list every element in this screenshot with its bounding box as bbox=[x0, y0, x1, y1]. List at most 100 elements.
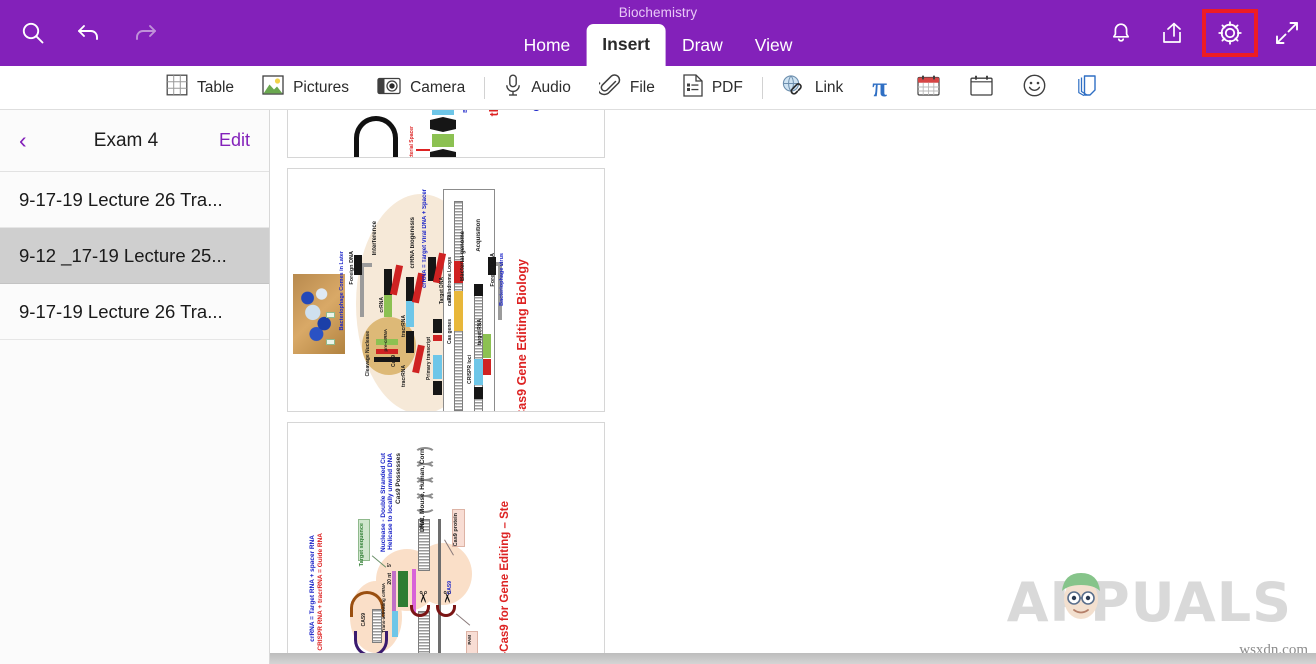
picture-landscape-icon bbox=[262, 75, 284, 100]
locus-spacer bbox=[432, 110, 454, 115]
watermark-brand-text: APPUALS bbox=[1007, 571, 1292, 634]
notification-bell-icon[interactable] bbox=[1104, 16, 1138, 50]
tab-insert[interactable]: Insert bbox=[586, 24, 666, 66]
search-icon[interactable] bbox=[16, 16, 50, 50]
label-helicase: Helicase to locally unwind DNA bbox=[388, 453, 395, 550]
ribbon-sticker-button[interactable] bbox=[1061, 66, 1114, 110]
ribbon-emoji-button[interactable] bbox=[1008, 66, 1061, 110]
ribbon-pictures-button[interactable]: Pictures bbox=[248, 66, 363, 110]
slide2-title: Crispr-Cas9 Gene Editing Biology bbox=[516, 259, 529, 412]
guide-rna-strand bbox=[398, 571, 408, 607]
crrna-duplex bbox=[406, 331, 414, 353]
undo-icon[interactable] bbox=[72, 16, 106, 50]
tab-home[interactable]: Home bbox=[508, 26, 587, 66]
scissors-icon: ✂ bbox=[413, 590, 433, 603]
ribbon-file-label: File bbox=[630, 79, 655, 97]
notes-sidebar: ‹ Exam 4 Edit 9-17-19 Lecture 26 Tra... … bbox=[0, 110, 270, 664]
note-list-item[interactable]: 9-17-19 Lecture 26 Tra... bbox=[0, 172, 269, 228]
label-cas9-left: CAS9 bbox=[362, 613, 367, 626]
loci-repeat bbox=[474, 284, 483, 296]
label-bacteriophage-virus: Bacteriophage virus bbox=[500, 253, 506, 306]
label-crrna-formula: crRNA = Target RNA + spacer RNA bbox=[310, 535, 317, 642]
appuals-watermark: APPUALS bbox=[1007, 571, 1292, 634]
loci-spacer bbox=[474, 359, 483, 385]
edit-button[interactable]: Edit bbox=[219, 130, 250, 151]
label-cas9-right: CAS9 bbox=[448, 581, 453, 594]
ribbon-calendar-button[interactable] bbox=[955, 66, 1008, 110]
transcript-spacer bbox=[433, 355, 442, 379]
pdf-document-icon bbox=[683, 74, 703, 102]
label-crispr-loci: CRISPR loci bbox=[468, 355, 473, 384]
ribbon-audio-button[interactable]: Audio bbox=[490, 66, 585, 110]
math-pi-icon: π bbox=[872, 74, 887, 101]
label-bacterial-genome: Bacterial genome bbox=[460, 231, 466, 281]
tab-draw[interactable]: Draw bbox=[666, 26, 739, 66]
watermark-mascot-icon bbox=[1053, 565, 1109, 623]
label-trans-activating: Trans-activating crRNA bbox=[382, 583, 387, 633]
label-cas2: cas2 bbox=[448, 295, 453, 306]
ribbon-camera-button[interactable]: Camera bbox=[363, 66, 479, 110]
label-five-prime: 5' bbox=[388, 563, 393, 567]
ribbon-link-label: Link bbox=[815, 79, 843, 97]
expand-fullscreen-icon[interactable] bbox=[1270, 16, 1304, 50]
topbar-left-actions bbox=[0, 0, 162, 66]
label-pam: PAM bbox=[468, 635, 473, 645]
label-acquisition: Acquisition bbox=[476, 219, 482, 252]
arrow-line bbox=[416, 149, 430, 151]
locus-label-bacterial-spacer: Bacterial Spacer bbox=[410, 126, 415, 158]
ribbon-math-button[interactable]: π bbox=[857, 66, 902, 110]
note-list: 9-17-19 Lecture 26 Tra... 9-12 _17-19 Le… bbox=[0, 172, 269, 664]
slide-crispr-cas9-steps-card[interactable]: ✂ ✂ Use of Crispr-Cas9 for Gene Editing … bbox=[287, 422, 605, 660]
crrna-duplex bbox=[406, 301, 414, 327]
crrna-duplex bbox=[384, 295, 392, 317]
target-rna-block bbox=[483, 359, 491, 375]
redo-icon[interactable] bbox=[128, 16, 162, 50]
slide1-subtitle: thogenesis in bbox=[488, 110, 500, 116]
ribbon-table-button[interactable]: Table bbox=[152, 66, 248, 110]
slide-column: SPR locus Bacterial Spacer Bacterial Pal… bbox=[287, 110, 605, 664]
loci-repeat bbox=[474, 387, 483, 399]
label-cleavage-nuclease: Cleavage Nuclease bbox=[366, 331, 371, 376]
ribbon-file-button[interactable]: File bbox=[585, 66, 669, 110]
sidebar-section-title: Exam 4 bbox=[33, 130, 219, 152]
globe-link-icon bbox=[782, 74, 806, 101]
insert-ribbon-toolbar: Table Pictures Camera bbox=[0, 66, 1316, 110]
slide-crispr-locus-card[interactable]: SPR locus Bacterial Spacer Bacterial Pal… bbox=[287, 110, 605, 158]
note-list-item-selected[interactable]: 9-12 _17-19 Lecture 25... bbox=[0, 228, 269, 284]
topbar-right-actions bbox=[1104, 0, 1304, 66]
cas9-protein-image bbox=[293, 274, 345, 354]
label-bacteriophage-later: Bacteriophage Comes in Later bbox=[340, 251, 346, 330]
label-organisms: Rat, Mouse, Human, Corn bbox=[420, 449, 427, 528]
slide3-title: Use of Crispr-Cas9 for Gene Editing – St… bbox=[500, 501, 512, 660]
note-list-item[interactable]: 9-17-19 Lecture 26 Tra... bbox=[0, 284, 269, 340]
ribbon-pdf-button[interactable]: PDF bbox=[669, 66, 757, 110]
emoji-smiley-icon bbox=[1023, 74, 1046, 102]
ribbon-separator-2 bbox=[762, 77, 763, 99]
microphone-icon bbox=[504, 74, 522, 102]
share-icon[interactable] bbox=[1156, 16, 1190, 50]
transcript-marker bbox=[433, 335, 442, 341]
protein-callout bbox=[326, 312, 335, 318]
label-target-sequence: Target sequence bbox=[360, 523, 366, 566]
locus-spacer bbox=[432, 134, 454, 147]
bottom-scroll-strip[interactable] bbox=[270, 653, 1316, 664]
settings-gear-button[interactable] bbox=[1208, 11, 1252, 55]
ribbon-date-button[interactable] bbox=[902, 66, 955, 110]
ribbon-link-button[interactable]: Link bbox=[768, 66, 857, 110]
slide-crispr-cas9-biology-card[interactable]: Crispr-Cas9 Gene Editing Biology Interfe… bbox=[287, 168, 605, 412]
slide1-title: old – Viral I bbox=[528, 110, 542, 111]
locus-arc-shape bbox=[354, 116, 398, 158]
sticker-pages-icon bbox=[1076, 74, 1099, 102]
tab-view[interactable]: View bbox=[739, 26, 809, 66]
note-canvas[interactable]: SPR locus Bacterial Spacer Bacterial Pal… bbox=[270, 110, 1316, 664]
label-primary-transcript: Primary transcript bbox=[427, 337, 432, 380]
tracrrna-strand bbox=[392, 611, 398, 637]
label-20nt: 20 nt bbox=[388, 573, 393, 585]
locus-block bbox=[430, 117, 456, 132]
ribbon-audio-label: Audio bbox=[531, 79, 571, 97]
label-cas9: Cas9 bbox=[392, 355, 397, 367]
label-foreign-dna-2: Foreign DNA bbox=[491, 253, 497, 287]
protein-callout bbox=[326, 339, 335, 345]
label-pre-crrna: pre-crRNA bbox=[384, 329, 389, 352]
transcript-repeat bbox=[433, 381, 442, 395]
